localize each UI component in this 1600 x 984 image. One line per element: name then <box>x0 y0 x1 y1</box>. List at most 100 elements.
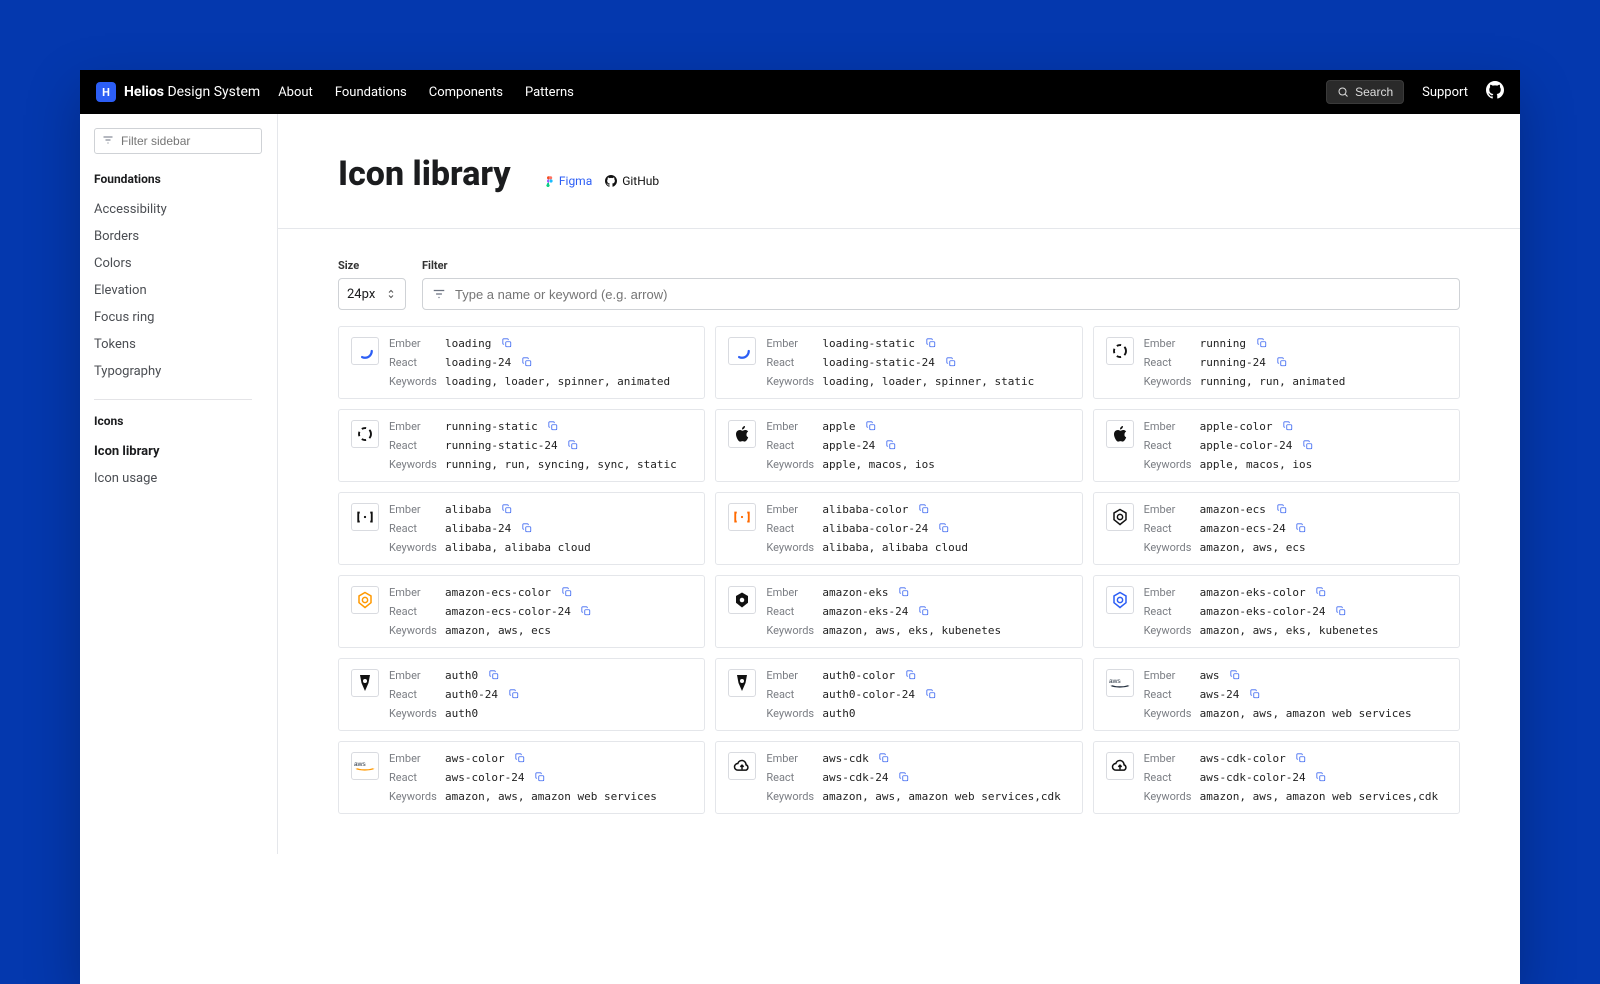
icon-thumbnail <box>728 752 756 780</box>
copy-button[interactable] <box>1277 356 1287 369</box>
icon-card: Emberauth0-color Reactauth0-color-24 Key… <box>715 658 1082 731</box>
icon-card: Emberrunning-static Reactrunning-static-… <box>338 409 705 482</box>
ember-name: alibaba <box>445 503 692 516</box>
icon-card: awsEmberaws-color Reactaws-color-24 Keyw… <box>338 741 705 814</box>
copy-button[interactable] <box>866 420 876 433</box>
react-name: amazon-eks-color-24 <box>1200 605 1447 618</box>
nav-patterns[interactable]: Patterns <box>525 85 574 100</box>
icon-card: Emberauth0 Reactauth0-24 Keywordsauth0 <box>338 658 705 731</box>
copy-button[interactable] <box>1296 522 1306 535</box>
ember-name: apple-color <box>1200 420 1447 433</box>
row-label-keywords: Keywords <box>1144 458 1200 471</box>
sidebar-item-borders[interactable]: Borders <box>94 223 267 250</box>
copy-button[interactable] <box>899 586 909 599</box>
copy-button[interactable] <box>1277 503 1287 516</box>
sidebar-item-elevation[interactable]: Elevation <box>94 277 267 304</box>
row-label-keywords: Keywords <box>766 458 822 471</box>
copy-button[interactable] <box>886 439 896 452</box>
nav-about[interactable]: About <box>278 85 313 100</box>
copy-button[interactable] <box>1316 586 1326 599</box>
sidebar-item-focus-ring[interactable]: Focus ring <box>94 304 267 331</box>
icon-card: Emberapple Reactapple-24 Keywordsapple, … <box>715 409 1082 482</box>
row-label-ember: Ember <box>389 420 445 433</box>
ember-name: amazon-ecs-color <box>445 586 692 599</box>
brand-name-strong: Helios <box>124 84 164 100</box>
github-link[interactable] <box>1486 81 1504 103</box>
copy-button[interactable] <box>489 669 499 682</box>
icon-thumbnail <box>1106 503 1134 531</box>
copy-button[interactable] <box>1283 420 1293 433</box>
github-source-link[interactable]: GitHub <box>605 174 659 188</box>
sidebar-filter-input[interactable] <box>94 128 262 154</box>
search-button[interactable]: Search <box>1326 80 1404 104</box>
icon-card: Emberapple-color Reactapple-color-24 Key… <box>1093 409 1460 482</box>
copy-button[interactable] <box>939 522 949 535</box>
row-label-ember: Ember <box>766 337 822 350</box>
copy-button[interactable] <box>515 752 525 765</box>
copy-button[interactable] <box>919 503 929 516</box>
sidebar-item-colors[interactable]: Colors <box>94 250 267 277</box>
row-label-react: React <box>389 439 445 452</box>
copy-button[interactable] <box>562 586 572 599</box>
icon-filter-input[interactable] <box>422 278 1460 310</box>
copy-button[interactable] <box>899 771 909 784</box>
copy-button[interactable] <box>926 688 936 701</box>
copy-button[interactable] <box>879 752 889 765</box>
copy-button[interactable] <box>946 356 956 369</box>
brand-name-rest: Design System <box>167 84 260 100</box>
icon-thumbnail: aws <box>1106 669 1134 697</box>
figma-link[interactable]: Figma <box>544 174 595 188</box>
ember-name: aws-color <box>445 752 692 765</box>
copy-button[interactable] <box>1250 688 1260 701</box>
copy-button[interactable] <box>581 605 591 618</box>
sidebar-item-accessibility[interactable]: Accessibility <box>94 196 267 223</box>
row-label-react: React <box>389 522 445 535</box>
copy-button[interactable] <box>1257 337 1267 350</box>
ember-name: amazon-ecs <box>1200 503 1447 516</box>
svg-text:aws: aws <box>354 761 366 768</box>
support-link[interactable]: Support <box>1422 85 1468 100</box>
sidebar-item-icon-usage[interactable]: Icon usage <box>94 465 267 492</box>
keywords: amazon, aws, amazon web services <box>1200 707 1447 720</box>
icon-card: Emberamazon-eks-color Reactamazon-eks-co… <box>1093 575 1460 648</box>
copy-button[interactable] <box>1296 752 1306 765</box>
row-label-react: React <box>389 688 445 701</box>
react-name: running-static-24 <box>445 439 692 452</box>
row-label-keywords: Keywords <box>766 624 822 637</box>
copy-button[interactable] <box>522 356 532 369</box>
sidebar-item-tokens[interactable]: Tokens <box>94 331 267 358</box>
keywords: auth0 <box>822 707 1069 720</box>
row-label-keywords: Keywords <box>1144 707 1200 720</box>
icon-card: awsEmberaws Reactaws-24 Keywordsamazon, … <box>1093 658 1460 731</box>
row-label-keywords: Keywords <box>389 707 445 720</box>
copy-button[interactable] <box>1316 771 1326 784</box>
sidebar-item-typography[interactable]: Typography <box>94 358 267 385</box>
sidebar-heading-icons: Icons <box>94 414 267 428</box>
copy-button[interactable] <box>548 420 558 433</box>
row-label-keywords: Keywords <box>1144 790 1200 803</box>
ember-name: amazon-eks-color <box>1200 586 1447 599</box>
copy-button[interactable] <box>1303 439 1313 452</box>
brand[interactable]: H Helios Design System <box>96 82 278 102</box>
brand-logo-icon: H <box>96 82 116 102</box>
copy-button[interactable] <box>568 439 578 452</box>
copy-button[interactable] <box>919 605 929 618</box>
copy-button[interactable] <box>1336 605 1346 618</box>
nav-components[interactable]: Components <box>429 85 503 100</box>
nav-foundations[interactable]: Foundations <box>335 85 407 100</box>
row-label-react: React <box>389 356 445 369</box>
sidebar-item-icon-library[interactable]: Icon library <box>94 438 267 465</box>
copy-button[interactable] <box>1230 669 1240 682</box>
ember-name: loading-static <box>822 337 1069 350</box>
copy-button[interactable] <box>535 771 545 784</box>
copy-button[interactable] <box>522 522 532 535</box>
keywords: amazon, aws, ecs <box>1200 541 1447 554</box>
copy-button[interactable] <box>502 503 512 516</box>
ember-name: loading <box>445 337 692 350</box>
copy-button[interactable] <box>926 337 936 350</box>
row-label-ember: Ember <box>1144 420 1200 433</box>
copy-button[interactable] <box>906 669 916 682</box>
size-select[interactable]: 24px <box>338 278 406 310</box>
copy-button[interactable] <box>509 688 519 701</box>
copy-button[interactable] <box>502 337 512 350</box>
